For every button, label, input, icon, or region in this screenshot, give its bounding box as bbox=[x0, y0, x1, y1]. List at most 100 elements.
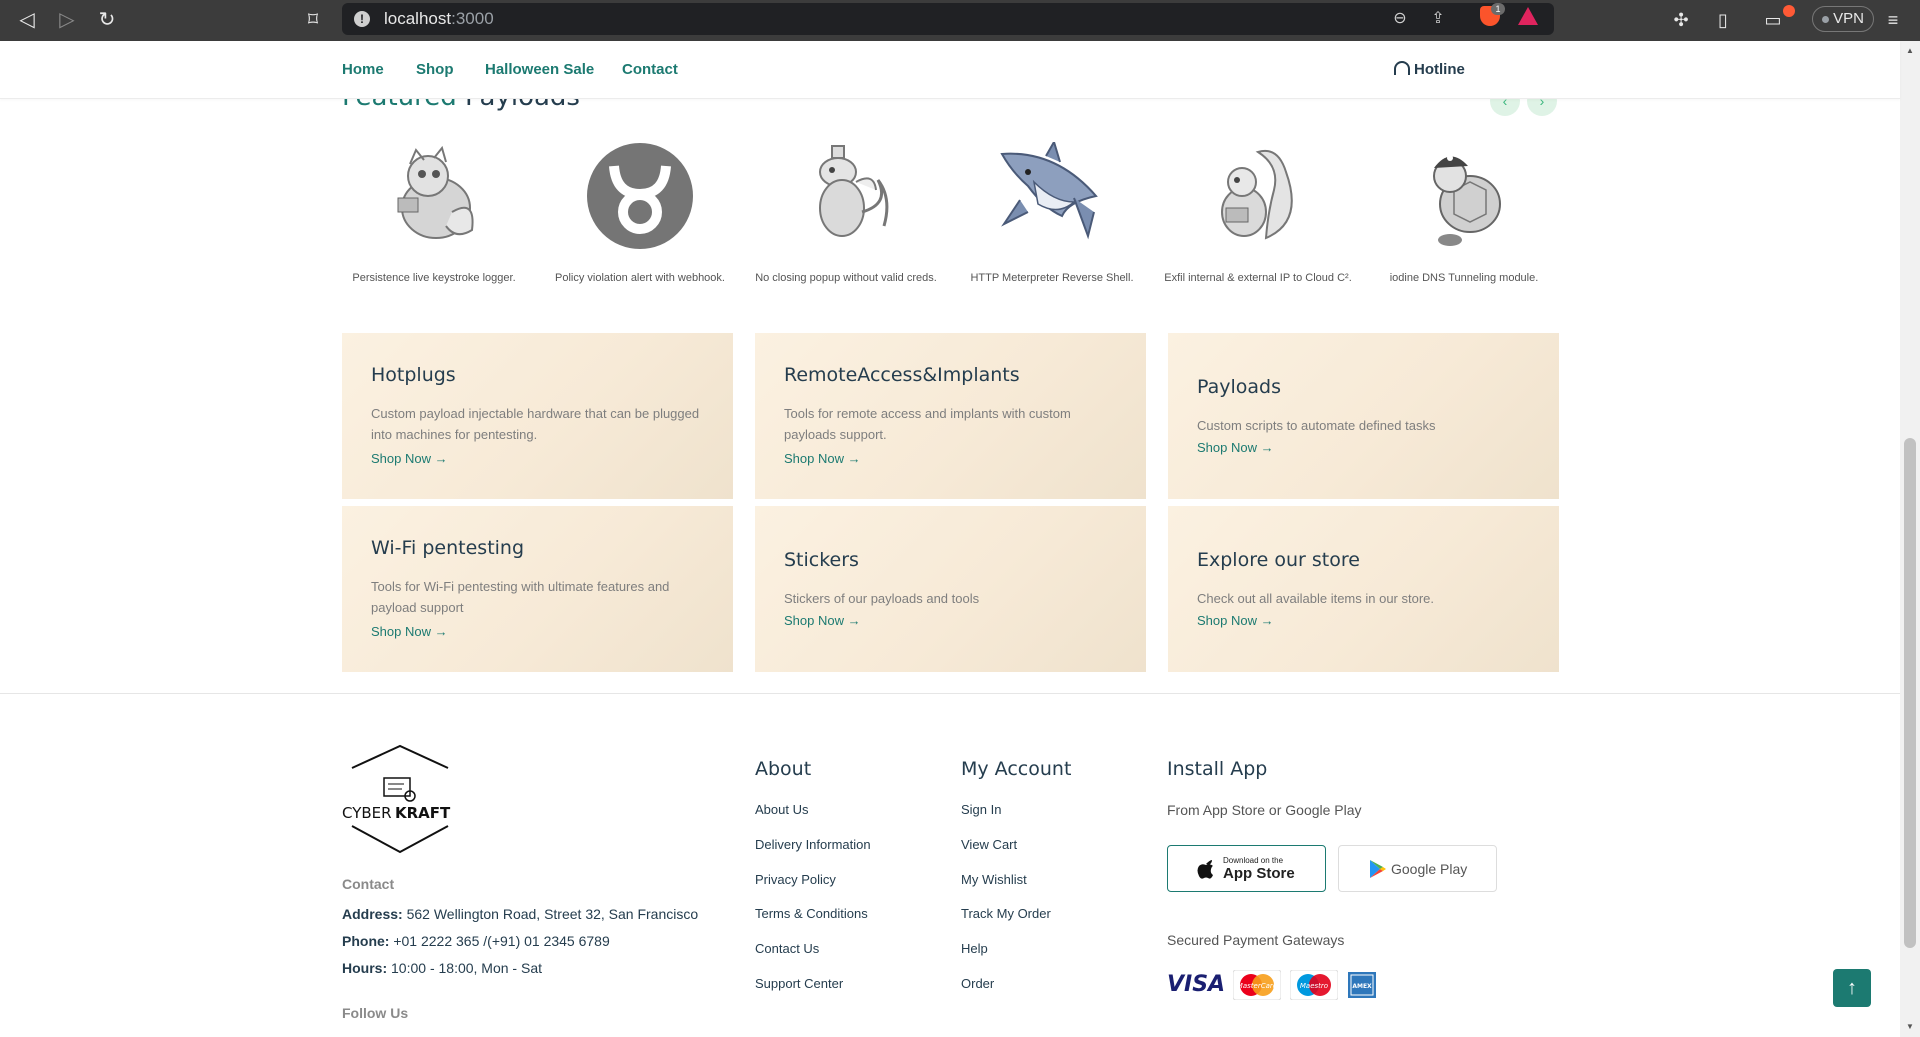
back-icon[interactable]: ◁ bbox=[14, 7, 40, 33]
zoom-icon[interactable]: ⊖ bbox=[1390, 9, 1410, 29]
page-scrollbar[interactable]: ▲ ▼ bbox=[1900, 41, 1920, 1037]
footer-link-help[interactable]: Help bbox=[961, 941, 988, 956]
category-banner-payloads[interactable]: Payloads Custom scripts to automate defi… bbox=[1168, 333, 1559, 499]
banner-desc: Custom payload injectable hardware that … bbox=[371, 406, 700, 442]
banner-desc: Tools for remote access and implants wit… bbox=[784, 406, 1071, 442]
about-heading: About bbox=[755, 758, 812, 780]
address-line: Address: 562 Wellington Road, Street 32,… bbox=[342, 906, 699, 922]
cyberkraft-logo[interactable]: CYBER KRAFT bbox=[342, 744, 458, 856]
google-play-button[interactable]: Google Play bbox=[1338, 845, 1497, 892]
banner-desc: Custom scripts to automate defined tasks bbox=[1197, 418, 1436, 433]
apple-icon bbox=[1197, 860, 1213, 879]
dragon-mascot-icon bbox=[819, 145, 889, 237]
browser-toolbar: ◁ ▷ ↻ ⌑ ! localhost:3000 ⊖ ⇪ 1 ✣ ▯ ▭ VPN… bbox=[0, 0, 1920, 41]
footer-link-view-cart[interactable]: View Cart bbox=[961, 837, 1017, 852]
footer-link-order[interactable]: Order bbox=[961, 976, 994, 991]
svg-text:AMEX: AMEX bbox=[1352, 983, 1372, 990]
scroll-to-top-button[interactable]: ↑ bbox=[1833, 969, 1871, 1007]
headset-icon bbox=[1394, 61, 1410, 75]
footer-link-delivery[interactable]: Delivery Information bbox=[755, 837, 871, 852]
banner-title: Hotplugs bbox=[371, 364, 456, 386]
logo-text-bold: KRAFT bbox=[395, 804, 451, 822]
featured-item[interactable]: Persistence live keystroke logger. bbox=[334, 138, 534, 288]
category-banner-remote-access[interactable]: RemoteAccess&Implants Tools for remote a… bbox=[755, 333, 1146, 499]
google-play-icon bbox=[1370, 860, 1386, 878]
shop-now-link[interactable]: Shop Now → bbox=[1197, 440, 1274, 455]
scrollbar-thumb[interactable] bbox=[1904, 438, 1916, 948]
share-icon[interactable]: ⇪ bbox=[1428, 9, 1448, 29]
follow-heading: Follow Us bbox=[342, 1005, 409, 1021]
install-app-subtitle: From App Store or Google Play bbox=[1167, 802, 1362, 818]
site-header: Home Shop Halloween Sale Contact Hotline bbox=[0, 41, 1900, 99]
featured-item[interactable]: No closing popup without valid creds. bbox=[746, 138, 946, 288]
vpn-button[interactable]: VPN bbox=[1812, 6, 1874, 32]
notification-dot-icon bbox=[1783, 5, 1795, 17]
footer-link-contact-us[interactable]: Contact Us bbox=[755, 941, 819, 956]
hotline[interactable]: Hotline bbox=[1394, 61, 1465, 78]
shop-now-link[interactable]: Shop Now → bbox=[784, 613, 861, 628]
install-app-heading: Install App bbox=[1167, 758, 1268, 780]
shop-now-link[interactable]: Shop Now → bbox=[784, 451, 861, 466]
extensions-icon[interactable]: ✣ bbox=[1668, 7, 1694, 33]
visa-logo: VISA bbox=[1167, 972, 1226, 997]
payment-heading: Secured Payment Gateways bbox=[1167, 932, 1345, 948]
featured-item[interactable]: Exfil internal & external IP to Cloud C²… bbox=[1158, 138, 1358, 288]
url-text[interactable]: localhost:3000 bbox=[384, 9, 494, 29]
footer-link-wishlist[interactable]: My Wishlist bbox=[961, 872, 1027, 887]
address-bar[interactable]: ! localhost:3000 ⊖ ⇪ bbox=[342, 3, 1554, 35]
hours-line: Hours: 10:00 - 18:00, Mon - Sat bbox=[342, 960, 542, 976]
category-banner-wifi[interactable]: Wi-Fi pentesting Tools for Wi-Fi pentest… bbox=[342, 506, 733, 672]
banner-desc: Stickers of our payloads and tools bbox=[784, 591, 980, 606]
nav-contact[interactable]: Contact bbox=[622, 61, 678, 78]
maestro-icon: Maestro bbox=[1290, 970, 1338, 1000]
brave-shields-icon[interactable]: 1 bbox=[1480, 3, 1505, 26]
footer-divider bbox=[0, 693, 1900, 694]
featured-item[interactable]: HTTP Meterpreter Reverse Shell. bbox=[952, 138, 1152, 288]
footer-link-sign-in[interactable]: Sign In bbox=[961, 802, 1001, 817]
category-banner-stickers[interactable]: Stickers Stickers of our payloads and to… bbox=[755, 506, 1146, 672]
footer-link-support[interactable]: Support Center bbox=[755, 976, 843, 991]
shop-now-link[interactable]: Shop Now → bbox=[371, 451, 448, 466]
phone-line: Phone: +01 2222 365 /(+91) 01 2345 6789 bbox=[342, 933, 610, 949]
banner-desc: Check out all available items in our sto… bbox=[1197, 591, 1435, 606]
banner-title: Wi-Fi pentesting bbox=[371, 537, 525, 559]
amex-icon: AMEX bbox=[1348, 972, 1376, 998]
featured-item[interactable]: iodine DNS Tunneling module. bbox=[1364, 138, 1564, 288]
banner-title: Explore our store bbox=[1197, 549, 1360, 571]
mascot-creature-icon bbox=[397, 145, 474, 239]
scroll-down-arrow-icon[interactable]: ▼ bbox=[1900, 1019, 1920, 1035]
footer-link-track-order[interactable]: Track My Order bbox=[961, 906, 1051, 921]
mastercard-icon: MasterCard bbox=[1233, 970, 1281, 1000]
app-store-button[interactable]: Download on the App Store bbox=[1167, 845, 1326, 892]
nav-shop[interactable]: Shop bbox=[416, 61, 454, 78]
scroll-up-arrow-icon[interactable]: ▲ bbox=[1900, 43, 1920, 59]
site-info-icon[interactable]: ! bbox=[354, 11, 370, 27]
footer-link-terms[interactable]: Terms & Conditions bbox=[755, 906, 868, 921]
footer-link-about-us[interactable]: About Us bbox=[755, 802, 808, 817]
bookmark-icon[interactable]: ⌑ bbox=[300, 7, 326, 33]
brave-rewards-icon[interactable] bbox=[1518, 7, 1538, 25]
category-banner-explore[interactable]: Explore our store Check out all availabl… bbox=[1168, 506, 1559, 672]
turtle-pirate-icon bbox=[1433, 155, 1501, 246]
banner-title: Payloads bbox=[1197, 376, 1281, 398]
nav-halloween-sale[interactable]: Halloween Sale bbox=[485, 61, 594, 78]
banner-desc: Tools for Wi-Fi pentesting with ultimate… bbox=[371, 579, 670, 615]
nav-home[interactable]: Home bbox=[342, 61, 384, 78]
footer-link-privacy[interactable]: Privacy Policy bbox=[755, 872, 836, 887]
squirrel-mascot-icon bbox=[1221, 150, 1293, 240]
forward-icon[interactable]: ▷ bbox=[54, 7, 80, 33]
menu-icon[interactable]: ≡ bbox=[1880, 7, 1906, 33]
shop-now-link[interactable]: Shop Now → bbox=[371, 624, 448, 639]
shark-icon bbox=[1000, 142, 1098, 240]
logo-text-light: CYBER bbox=[342, 804, 392, 822]
shop-now-link[interactable]: Shop Now → bbox=[1197, 613, 1274, 628]
account-heading: My Account bbox=[961, 758, 1072, 780]
sidebar-icon[interactable]: ▯ bbox=[1710, 7, 1736, 33]
banner-title: RemoteAccess&Implants bbox=[784, 364, 1020, 386]
reload-icon[interactable]: ↻ bbox=[94, 7, 120, 33]
featured-item[interactable]: Policy violation alert with webhook. bbox=[540, 138, 740, 288]
svg-text:MasterCard: MasterCard bbox=[1237, 982, 1278, 990]
bull-logo-icon bbox=[587, 143, 693, 249]
contact-heading: Contact bbox=[342, 876, 395, 892]
category-banner-hotplugs[interactable]: Hotplugs Custom payload injectable hardw… bbox=[342, 333, 733, 499]
